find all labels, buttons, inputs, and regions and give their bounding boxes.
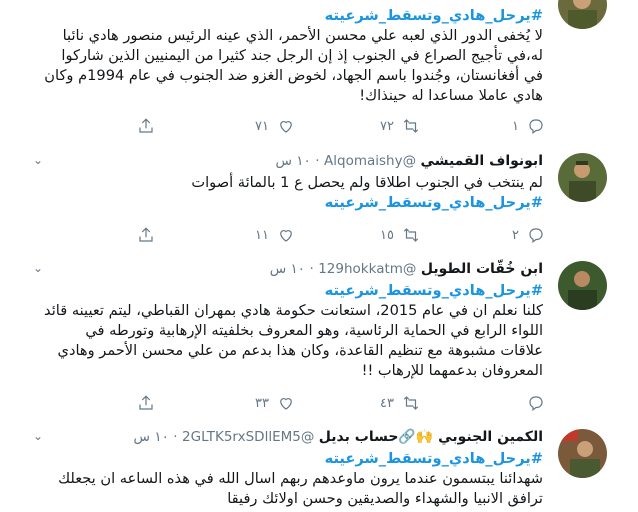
avatar[interactable] xyxy=(558,429,607,478)
user-handle[interactable]: @Alqomaishy xyxy=(324,153,416,169)
retweet-icon xyxy=(403,228,419,242)
share-icon xyxy=(139,395,153,410)
reply-button[interactable] xyxy=(519,393,545,413)
retweet-button[interactable]: ٧٢ xyxy=(380,116,420,136)
tweet-text: كلنا نعلم ان في عام 2015، استعانت حكومة … xyxy=(44,302,543,379)
tweet-actions: ٢ ١٥ ١١ xyxy=(45,225,545,245)
hashtag-link[interactable]: #يرحل_هادي_وتسقط_شرعيته xyxy=(325,450,543,467)
share-button[interactable] xyxy=(137,393,155,413)
tweet-body: #يرحل_هادي_وتسقط_شرعيته شهدائنا يبتسمون … xyxy=(43,449,543,509)
like-count: ١١ xyxy=(255,227,269,243)
like-count: ٣٣ xyxy=(255,395,269,411)
reply-button[interactable]: ١ xyxy=(512,116,545,136)
separator-dot: · xyxy=(309,261,314,277)
tweet-actions: ١ ٧٢ ٧١ xyxy=(45,116,545,136)
like-icon xyxy=(280,230,292,242)
tweet-actions: ٤٣ ٣٣ xyxy=(45,393,545,413)
chevron-down-icon[interactable]: ⌄ xyxy=(33,153,43,167)
like-count: ٧١ xyxy=(255,118,269,134)
reply-count: ١ xyxy=(512,118,519,134)
share-button[interactable] xyxy=(137,225,155,245)
chevron-down-icon[interactable]: ⌄ xyxy=(33,429,43,443)
user-handle[interactable]: @129hokkatm xyxy=(318,261,416,277)
like-button[interactable]: ٧١ xyxy=(255,116,295,136)
retweet-count: ١٥ xyxy=(380,227,394,243)
hashtag-link[interactable]: #يرحل_هادي_وتسقط_شرعيته xyxy=(325,282,543,299)
retweet-icon xyxy=(403,396,419,410)
avatar[interactable] xyxy=(558,261,607,310)
like-button[interactable]: ٣٣ xyxy=(255,393,295,413)
tweet-header: الكمين الجنوبي 🙌🔗حساب بديل @2GLTK5rxSDll… xyxy=(134,427,543,447)
display-name[interactable]: ابن خُقّات الطويل xyxy=(421,261,543,277)
retweet-icon xyxy=(403,119,419,133)
like-icon xyxy=(280,121,292,133)
display-name[interactable]: الكمين الجنوبي 🙌🔗حساب بديل xyxy=(319,429,543,445)
tweet[interactable]: ⌄ ابن خُقّات الطويل @129hokkatm · ١٠ س #… xyxy=(15,253,623,422)
display-name[interactable]: ابونواف القميشي xyxy=(421,153,543,169)
tweet-text: لم ينتخب في الجنوب اطلاقا ولم يحصل ع 1 ب… xyxy=(191,174,543,191)
timeline-feed: #يرحل_هادي_وتسقط_شرعيته لا يُخفى الدور ا… xyxy=(0,0,638,512)
retweet-count: ٤٣ xyxy=(380,395,394,411)
hashtag-link[interactable]: #يرحل_هادي_وتسقط_شرعيته xyxy=(325,194,543,211)
like-icon xyxy=(280,398,292,410)
timestamp[interactable]: ١٠ س xyxy=(276,153,311,169)
tweet-header: ابن خُقّات الطويل @129hokkatm · ١٠ س xyxy=(270,259,543,279)
reply-icon xyxy=(529,396,543,411)
hashtag-link[interactable]: #يرحل_هادي_وتسقط_شرعيته xyxy=(325,7,543,24)
chevron-down-icon[interactable]: ⌄ xyxy=(33,261,43,275)
separator-dot: · xyxy=(315,153,320,169)
share-icon xyxy=(139,227,153,242)
retweet-count: ٧٢ xyxy=(380,118,394,134)
timestamp[interactable]: ١٠ س xyxy=(270,261,305,277)
tweet-header: ابونواف القميشي @Alqomaishy · ١٠ س xyxy=(276,151,543,171)
tweet-text: لا يُخفى الدور الذي لعبه علي محسن الأحمر… xyxy=(44,27,543,104)
tweet[interactable]: #يرحل_هادي_وتسقط_شرعيته لا يُخفى الدور ا… xyxy=(15,0,623,146)
reply-button[interactable]: ٢ xyxy=(512,225,545,245)
tweet-body: #يرحل_هادي_وتسقط_شرعيته كلنا نعلم ان في … xyxy=(43,281,543,381)
user-handle[interactable]: @2GLTK5rxSDllEM5 xyxy=(182,429,314,445)
reply-icon xyxy=(529,228,543,243)
avatar[interactable] xyxy=(558,153,607,202)
timestamp[interactable]: ١٠ س xyxy=(134,429,169,445)
share-button[interactable] xyxy=(137,116,155,136)
tweet-text: شهدائنا يبتسمون عندما يرون ماوعدهم ربهم … xyxy=(58,470,543,507)
tweet-body: #يرحل_هادي_وتسقط_شرعيته لا يُخفى الدور ا… xyxy=(43,6,543,106)
retweet-button[interactable]: ١٥ xyxy=(380,225,420,245)
reply-count: ٢ xyxy=(512,227,519,243)
share-icon xyxy=(139,118,153,133)
tweet[interactable]: ⌄ الكمين الجنوبي 🙌🔗حساب بديل @2GLTK5rxSD… xyxy=(15,421,623,512)
like-button[interactable]: ١١ xyxy=(255,225,295,245)
avatar[interactable] xyxy=(558,0,607,29)
tweet-body: لم ينتخب في الجنوب اطلاقا ولم يحصل ع 1 ب… xyxy=(43,173,543,213)
retweet-button[interactable]: ٤٣ xyxy=(380,393,420,413)
reply-icon xyxy=(529,119,543,134)
separator-dot: · xyxy=(173,429,178,445)
tweet[interactable]: ⌄ ابونواف القميشي @Alqomaishy · ١٠ س لم … xyxy=(15,145,623,254)
